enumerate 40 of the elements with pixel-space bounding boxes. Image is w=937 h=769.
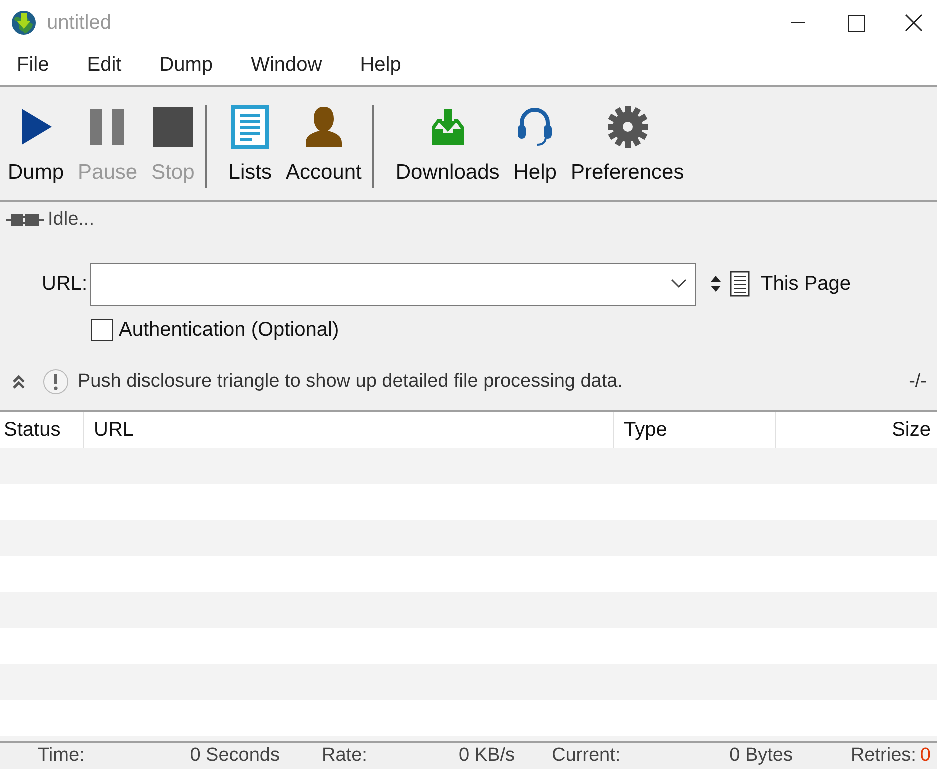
double-chevron-up-icon[interactable] xyxy=(12,374,26,390)
person-icon xyxy=(304,105,344,149)
url-label: URL: xyxy=(42,272,89,297)
scope-label[interactable]: This Page xyxy=(761,269,852,299)
document-icon xyxy=(730,271,750,297)
toolbar-button[interactable]: Downloads xyxy=(394,105,502,188)
status-text: Idle... xyxy=(48,208,94,232)
url-field[interactable] xyxy=(90,262,696,306)
toolbar-button[interactable]: Preferences xyxy=(568,105,686,188)
toolbar-button[interactable]: Help xyxy=(512,105,559,188)
plug-icon xyxy=(6,213,44,227)
menu-item[interactable]: Dump xyxy=(160,50,214,80)
menu-item[interactable]: Edit xyxy=(87,50,122,80)
status-value: 0 Bytes xyxy=(730,744,793,768)
menu-item[interactable]: Help xyxy=(360,50,402,80)
sort-arrows-icon[interactable] xyxy=(711,276,721,292)
authentication-checkbox[interactable] xyxy=(91,319,113,341)
status-label: Rate: xyxy=(322,744,368,768)
status-value: 0 KB/s xyxy=(459,744,515,768)
chevron-down-icon[interactable] xyxy=(671,279,687,289)
status-value: 0 xyxy=(920,744,931,768)
list-icon xyxy=(230,105,270,149)
status-value: 0 Seconds xyxy=(190,744,280,768)
stop-icon xyxy=(153,105,194,149)
status-label: Current: xyxy=(552,744,621,768)
gear-icon xyxy=(608,105,648,149)
window-title: untitled xyxy=(47,10,112,36)
menu-item[interactable]: Window xyxy=(251,50,322,80)
toolbar-button[interactable]: Account xyxy=(284,105,364,188)
menu-item[interactable]: File xyxy=(17,50,50,80)
authentication-label[interactable]: Authentication (Optional) xyxy=(119,315,340,345)
toolbar-button[interactable]: Lists xyxy=(226,105,274,188)
status-label: Retries: xyxy=(850,744,916,768)
app-globe-icon xyxy=(11,10,37,36)
exclamation-icon xyxy=(42,369,70,395)
info-message: Push disclosure triangle to show up detailed file processing data. xyxy=(78,370,623,394)
toolbar-button[interactable]: Dump xyxy=(6,105,66,188)
status-label: Time: xyxy=(38,744,85,768)
progress-counter: -/- xyxy=(909,370,927,394)
column-header[interactable]: Size xyxy=(776,412,937,448)
